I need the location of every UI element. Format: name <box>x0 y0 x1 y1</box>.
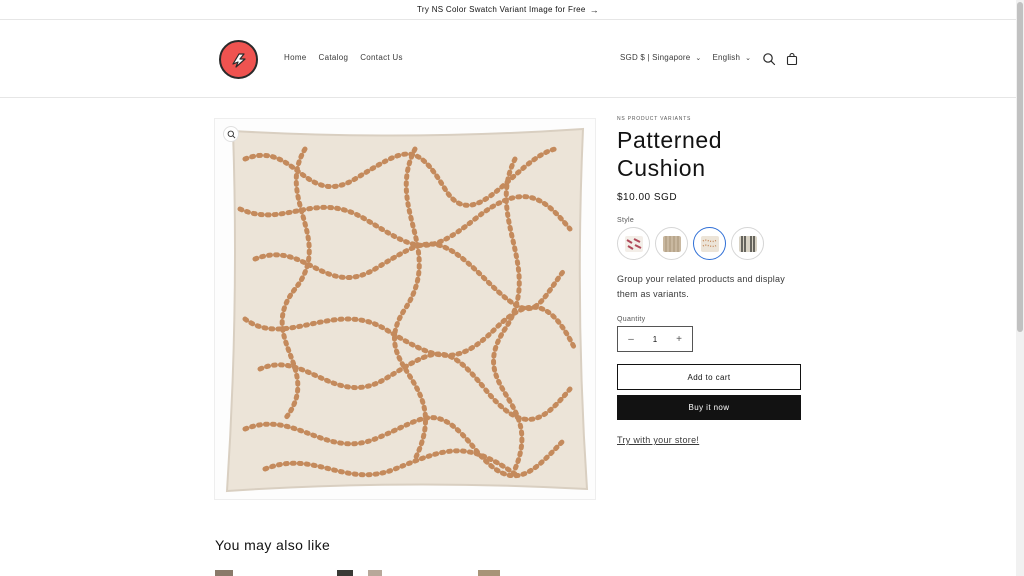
quantity-label: Quantity <box>617 316 646 323</box>
swatch-2-image <box>662 235 681 252</box>
zoom-icon[interactable] <box>223 126 239 142</box>
decrease-quantity-button[interactable]: – <box>626 334 636 345</box>
add-to-cart-button[interactable]: Add to cart <box>617 364 801 390</box>
header-selectors: SGD $ | Singapore ⌄ English ⌄ <box>620 53 751 62</box>
nav-home[interactable]: Home <box>284 53 307 62</box>
main-nav: Home Catalog Contact Us <box>284 53 415 62</box>
quantity-stepper[interactable]: – 1 + <box>617 326 693 352</box>
try-with-your-store-link[interactable]: Try with your store! <box>617 435 699 445</box>
currency-label: SGD $ | Singapore <box>620 53 691 62</box>
scrollbar-thumb[interactable] <box>1017 2 1023 332</box>
site-header: Home Catalog Contact Us SGD $ | Singapor… <box>0 20 1016 98</box>
style-swatch-2[interactable] <box>655 227 688 260</box>
swatch-3-image <box>700 235 719 252</box>
page-scrollbar[interactable] <box>1016 0 1024 576</box>
product-image[interactable] <box>214 118 596 500</box>
search-icon[interactable] <box>762 52 776 66</box>
recommendation-image-peek[interactable] <box>215 570 233 576</box>
increase-quantity-button[interactable]: + <box>674 334 684 345</box>
quantity-value[interactable]: 1 <box>653 335 657 344</box>
recommendation-image-peek[interactable] <box>478 570 500 576</box>
style-swatch-3[interactable] <box>693 227 726 260</box>
swatch-4-image <box>738 235 757 252</box>
store-logo[interactable] <box>219 40 258 79</box>
language-selector[interactable]: English ⌄ <box>712 53 751 62</box>
announcement-text[interactable]: Try NS Color Swatch Variant Image for Fr… <box>417 5 586 14</box>
nav-catalog[interactable]: Catalog <box>319 53 349 62</box>
buy-now-button[interactable]: Buy it now <box>617 395 801 420</box>
recommendation-image-peek[interactable] <box>337 570 353 576</box>
currency-selector[interactable]: SGD $ | Singapore ⌄ <box>620 53 701 62</box>
product-price: $10.00 SGD <box>617 192 678 203</box>
logo-mark-icon <box>231 52 246 68</box>
nav-contact-us[interactable]: Contact Us <box>360 53 403 62</box>
recommendations-heading: You may also like <box>215 537 331 553</box>
style-swatch-1[interactable] <box>617 227 650 260</box>
chevron-down-icon: ⌄ <box>745 54 752 62</box>
style-label: Style <box>617 217 635 224</box>
style-swatch-4[interactable] <box>731 227 764 260</box>
style-swatches <box>617 227 803 260</box>
language-label: English <box>712 53 741 62</box>
product-vendor: NS PRODUCT VARIANTS <box>617 116 692 122</box>
product-title: Patterned Cushion <box>617 127 723 181</box>
recommendation-image-peek[interactable] <box>368 570 382 576</box>
cart-icon[interactable] <box>785 52 799 66</box>
product-description: Group your related products and display … <box>617 274 785 299</box>
swatch-1-image <box>624 235 643 252</box>
cushion-image <box>225 127 589 493</box>
chevron-down-icon: ⌄ <box>695 54 702 62</box>
announcement-bar[interactable]: Try NS Color Swatch Variant Image for Fr… <box>0 0 1016 20</box>
arrow-right-icon: → <box>589 4 599 15</box>
product-info: NS PRODUCT VARIANTS Patterned Cushion $1… <box>617 116 803 448</box>
